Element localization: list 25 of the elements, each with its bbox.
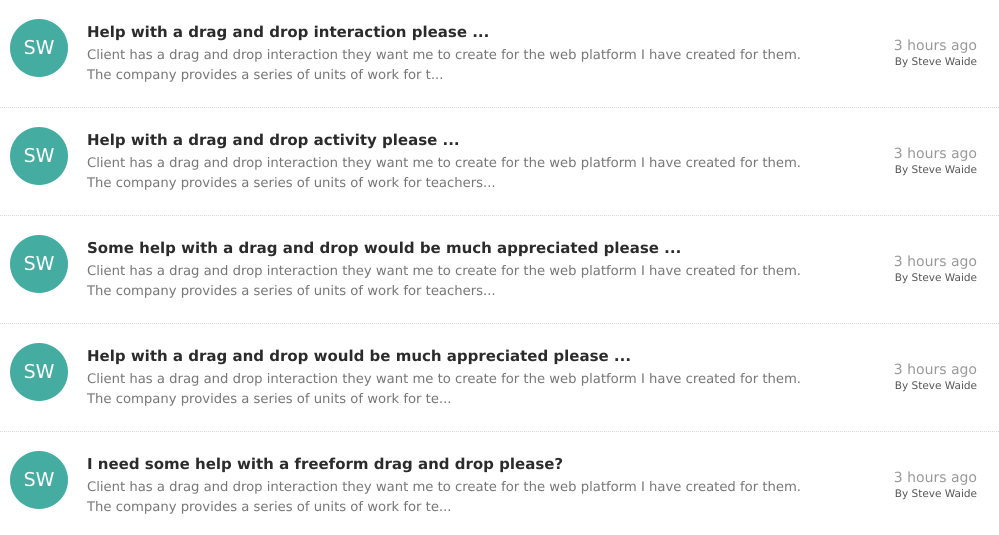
post-title-link[interactable]: Help with a drag and drop interaction please ... [87, 21, 807, 43]
post-author: By Steve Waide [894, 271, 977, 285]
post-title-link[interactable]: Some help with a drag and drop would be much appreciated please ... [87, 237, 807, 259]
avatar: SW [10, 235, 68, 293]
post-excerpt: Client has a drag and drop interaction they want me to create for the web platform I have created for them. The company provides a series of units of work for teachers... [87, 155, 802, 193]
post-author: By Steve Waide [894, 55, 977, 69]
post-time: 3 hours ago [894, 253, 977, 271]
post-time: 3 hours ago [894, 361, 977, 379]
avatar: SW [10, 451, 68, 509]
post-time: 3 hours ago [894, 469, 977, 487]
post-title-link[interactable]: Help with a drag and drop would be much appreciated please ... [87, 345, 807, 367]
post-time: 3 hours ago [894, 37, 977, 55]
avatar: SW [10, 127, 68, 185]
post-excerpt: Client has a drag and drop interaction they want me to create for the web platform I have created for them. The company provides a series of units of work for te... [87, 371, 802, 409]
post-author: By Steve Waide [894, 487, 977, 501]
post-excerpt: Client has a drag and drop interaction they want me to create for the web platform I have created for them. The company provides a series of units of work for teachers... [87, 263, 802, 301]
avatar: SW [10, 19, 68, 77]
post-excerpt: Client has a drag and drop interaction they want me to create for the web platform I have created for them. The company provides a series of units of work for t... [87, 47, 802, 85]
post-time: 3 hours ago [894, 145, 977, 163]
post-title-link[interactable]: Help with a drag and drop activity please ... [87, 129, 807, 151]
post-title-link[interactable]: I need some help with a freeform drag and drop please? [87, 453, 807, 475]
post-author: By Steve Waide [894, 163, 977, 177]
post-author: By Steve Waide [894, 379, 977, 393]
avatar: SW [10, 343, 68, 401]
post-excerpt: Client has a drag and drop interaction they want me to create for the web platform I have created for them. The company provides a series of units of work for te... [87, 479, 802, 517]
